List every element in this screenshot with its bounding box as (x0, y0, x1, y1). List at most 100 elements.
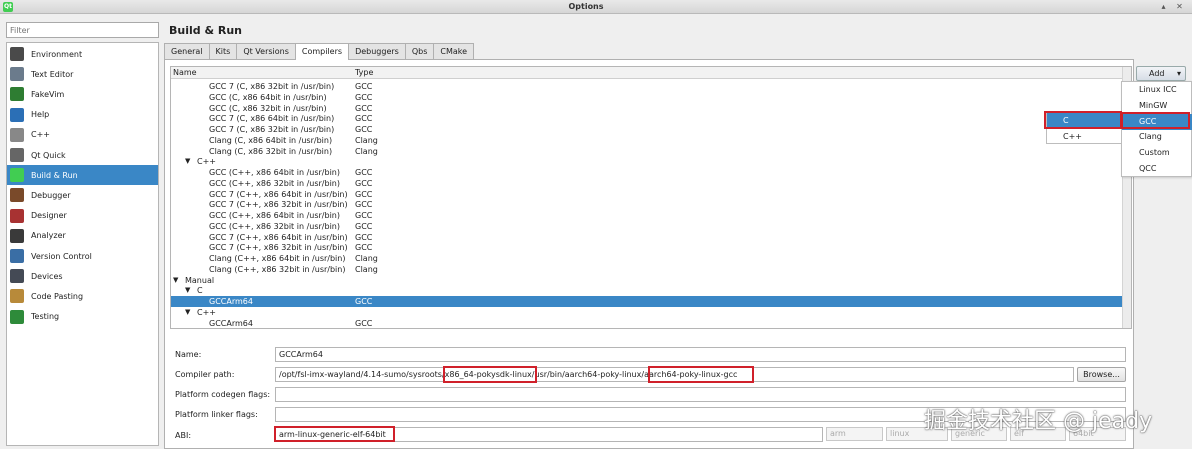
sidebar-item-label: Environment (31, 49, 83, 59)
tree-group-row[interactable]: ▼ C++ (171, 307, 1123, 318)
tree-group-row[interactable]: ▼ C (171, 285, 1123, 296)
tree-row-type: Clang (355, 264, 378, 274)
sidebar-item-label: Text Editor (31, 69, 74, 79)
tree-row[interactable]: GCCArm64 GCC (171, 318, 1123, 329)
tree-row-name: GCC (C, x86 64bit in /usr/bin) (209, 92, 327, 102)
tree-row[interactable]: Clang (C, x86 32bit in /usr/bin) Clang (171, 146, 1123, 157)
tab-debuggers[interactable]: Debuggers (348, 43, 406, 59)
window-title-bar: Qt Options ▴ ✕ (0, 0, 1192, 14)
tree-row-name: GCC 7 (C++, x86 64bit in /usr/bin) (209, 232, 348, 242)
column-header-name[interactable]: Name (173, 68, 197, 77)
name-field[interactable]: GCCArm64 (275, 347, 1126, 362)
tree-row[interactable]: GCC (C, x86 64bit in /usr/bin) GCC (171, 92, 1123, 103)
sidebar-item[interactable]: Designer (7, 206, 158, 226)
tree-row-name: GCC 7 (C, x86 32bit in /usr/bin) (209, 125, 335, 134)
submenu-item-cpp[interactable]: C++ (1047, 129, 1121, 145)
expand-arrow-icon[interactable]: ▼ (185, 285, 190, 296)
expand-arrow-icon[interactable]: ▼ (185, 307, 190, 318)
menu-item-qcc[interactable]: QCC (1122, 161, 1192, 177)
tree-row[interactable]: Clang (C++, x86 32bit in /usr/bin) Clang (171, 264, 1123, 275)
tree-row[interactable]: GCC 7 (C++, x86 64bit in /usr/bin) GCC (171, 189, 1123, 200)
tree-group-row[interactable]: ▼ Manual (171, 275, 1123, 286)
sidebar-item-label: Code Pasting (31, 291, 84, 301)
sidebar-item[interactable]: Build & Run (7, 165, 158, 186)
tree-row[interactable]: GCC 7 (C++, x86 32bit in /usr/bin) GCC (171, 199, 1123, 210)
sidebar-item-label: Qt Quick (31, 150, 66, 160)
tree-row-name: GCC (C++, x86 32bit in /usr/bin) (209, 221, 340, 231)
tree-row-type: GCC (355, 243, 373, 253)
sidebar-item[interactable]: Text Editor (7, 64, 158, 84)
sidebar-item[interactable]: Analyzer (7, 226, 158, 246)
tab-compilers[interactable]: Compilers (294, 43, 350, 60)
tab-general[interactable]: General (164, 43, 210, 59)
sidebar-item[interactable]: Debugger (7, 185, 158, 205)
tab-cmake[interactable]: CMake (433, 43, 475, 59)
tree-row-type: GCC (355, 82, 373, 91)
abi-arch-combo[interactable]: arm (826, 427, 883, 441)
browse-button[interactable]: Browse... (1077, 367, 1126, 382)
filter-input[interactable] (6, 22, 159, 38)
tab-qbs[interactable]: Qbs (404, 43, 435, 59)
tree-row[interactable]: GCC 7 (C, x86 32bit in /usr/bin) GCC (171, 124, 1123, 135)
codegen-flags-field[interactable] (275, 387, 1126, 402)
tree-row[interactable]: GCC 7 (C, x86 32bit in /usr/bin) GCC (171, 81, 1123, 92)
tree-row[interactable]: GCC (C, x86 32bit in /usr/bin) GCC (171, 103, 1123, 114)
tree-row-type: GCC (355, 200, 373, 210)
sidebar-item-label: Debugger (31, 190, 71, 200)
compiler-path-label: Compiler path: (175, 370, 235, 379)
tree-row[interactable]: GCC 7 (C++, x86 64bit in /usr/bin) GCC (171, 232, 1123, 243)
tree-row[interactable]: GCC 7 (C++, x86 32bit in /usr/bin) GCC (171, 242, 1123, 253)
tree-row[interactable]: GCC 7 (C, x86 64bit in /usr/bin) GCC (171, 113, 1123, 124)
tree-row[interactable]: GCC (C++, x86 32bit in /usr/bin) GCC (171, 178, 1123, 189)
tree-row-name: Clang (C, x86 32bit in /usr/bin) (209, 146, 333, 156)
tree-row[interactable]: GCC (C++, x86 32bit in /usr/bin) GCC (171, 221, 1123, 232)
tab-kits[interactable]: Kits (208, 43, 238, 59)
sidebar-item[interactable]: Environment (7, 44, 158, 64)
tab-qt-versions[interactable]: Qt Versions (236, 43, 296, 59)
sidebar-item-label: FakeVim (31, 89, 65, 99)
sidebar-item[interactable]: Testing (7, 307, 158, 327)
sidebar-item[interactable]: Devices (7, 266, 158, 286)
sidebar-item[interactable]: C++ (7, 125, 158, 145)
tree-row[interactable]: GCC (C++, x86 64bit in /usr/bin) GCC (171, 210, 1123, 221)
settings-tabs: General Kits Qt Versions Compilers Debuggers… (164, 43, 475, 60)
highlight-gcc-box (1121, 112, 1190, 129)
cpp-icon (10, 127, 24, 142)
tree-group-row[interactable]: ▼ C++ (171, 156, 1123, 167)
column-header-type[interactable]: Type (355, 68, 373, 77)
menu-item-linux-icc[interactable]: Linux ICC (1122, 82, 1192, 98)
tree-row-name: GCC 7 (C++, x86 32bit in /usr/bin) (209, 243, 348, 253)
add-compiler-button[interactable]: Add ▾ (1136, 66, 1186, 81)
close-icon[interactable]: ✕ (1174, 2, 1185, 12)
tree-row[interactable]: GCC (C++, x86 64bit in /usr/bin) GCC (171, 167, 1123, 178)
chevron-down-icon: ▾ (1176, 69, 1181, 78)
tree-row-name: Clang (C, x86 64bit in /usr/bin) (209, 135, 333, 145)
tree-row-type: GCC (355, 125, 373, 134)
tree-row-type: GCC (355, 178, 373, 188)
sidebar-item[interactable]: Version Control (7, 246, 158, 266)
maximize-icon[interactable]: ▴ (1158, 2, 1169, 12)
expand-arrow-icon[interactable]: ▼ (173, 275, 178, 286)
codegen-flags-label: Platform codegen flags: (175, 390, 271, 399)
tree-row[interactable]: GCCArm64 GCC (171, 296, 1123, 307)
menu-item-clang[interactable]: Clang (1122, 129, 1192, 145)
sidebar-item[interactable]: Code Pasting (7, 286, 158, 306)
sidebar-item[interactable]: FakeVim (7, 84, 158, 104)
tree-row[interactable]: Clang (C, x86 64bit in /usr/bin) Clang (171, 135, 1123, 146)
sidebar-item[interactable]: Qt Quick (7, 145, 158, 165)
menu-item-custom[interactable]: Custom (1122, 145, 1192, 161)
sidebar-item-label: Analyzer (31, 231, 66, 241)
path-segment: /usr/bin/aarch64-poky-linux/ (531, 370, 645, 379)
fakevim-icon (10, 87, 24, 102)
expand-arrow-icon[interactable]: ▼ (185, 156, 190, 167)
tree-row[interactable]: Clang (C++, x86 64bit in /usr/bin) Clang (171, 253, 1123, 264)
tree-row-type: Clang (355, 146, 378, 156)
tree-row-name: GCC (C, x86 32bit in /usr/bin) (209, 103, 327, 113)
watermark: 掘金技术社区 @ jeady (924, 409, 1153, 434)
tree-row-name: GCC 7 (C, x86 64bit in /usr/bin) (209, 114, 335, 124)
sidebar-item-label: Version Control (31, 251, 92, 261)
sidebar-item[interactable]: Help (7, 105, 158, 125)
name-label: Name: (175, 350, 202, 359)
compiler-tree[interactable]: Name Type GCC 7 (C, x86 32bit in /usr/bi… (170, 66, 1132, 329)
sidebar-item-label: Build & Run (31, 170, 78, 180)
